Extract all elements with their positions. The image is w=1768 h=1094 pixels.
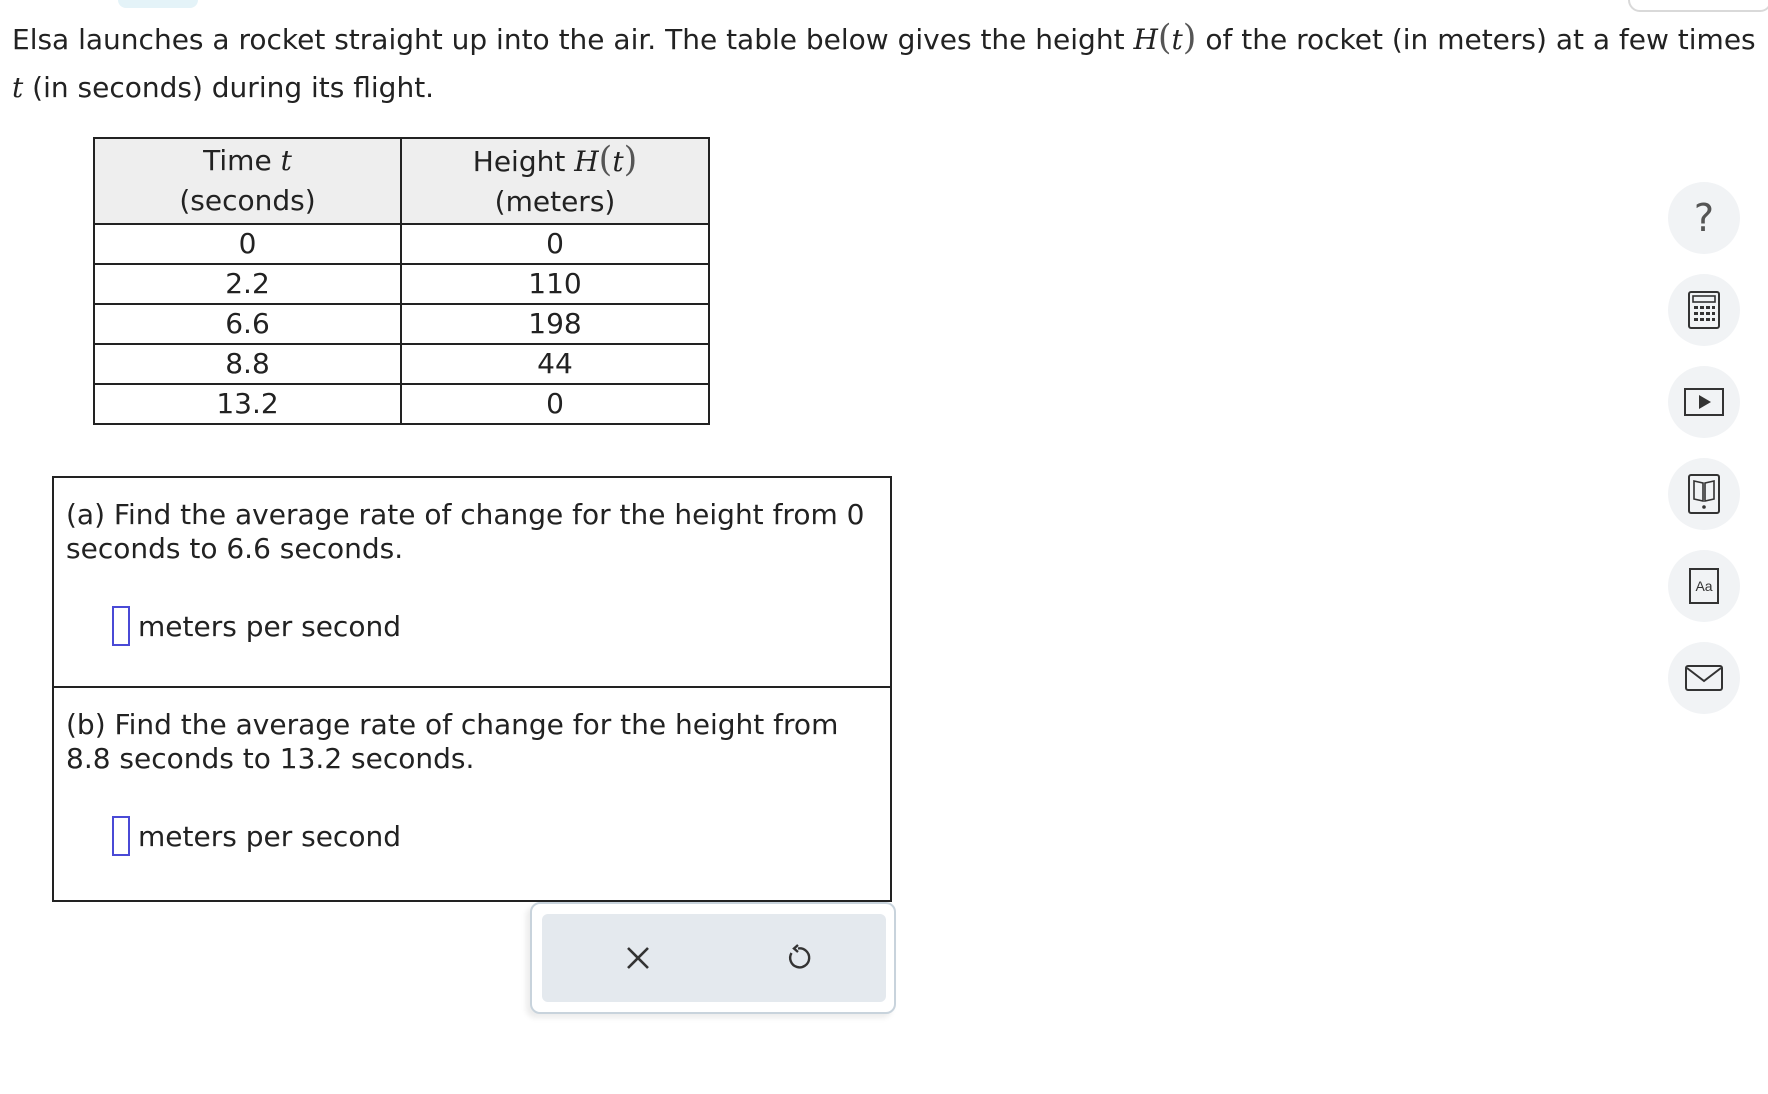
unit-label-a: meters per second — [138, 609, 401, 643]
problem-text-3: (in seconds) during its flight. — [23, 71, 435, 104]
answer-input-a[interactable] — [112, 606, 130, 646]
question-a-box: (a) Find the average rate of change for … — [52, 476, 892, 688]
time-cell: 0 — [93, 223, 402, 265]
close-paren: ) — [623, 140, 638, 180]
height-header-unit: (meters) — [494, 185, 616, 218]
height-column-header: Height H(t) (meters) — [400, 137, 710, 225]
close-paren: ) — [1182, 18, 1197, 58]
table-row: 2.2 110 — [93, 263, 710, 305]
time-header-word: Time — [203, 144, 281, 177]
help-icon: ? — [1693, 196, 1715, 240]
function-variable: t — [1171, 23, 1183, 56]
problem-text-2: of the rocket (in meters) at a few times — [1196, 23, 1756, 56]
table-row: 6.6 198 — [93, 303, 710, 345]
unit-label-b: meters per second — [138, 819, 401, 853]
problem-statement: Elsa launches a rocket straight up into … — [12, 14, 1768, 112]
time-cell: 13.2 — [93, 383, 402, 425]
answer-actions-bar — [542, 914, 886, 1002]
height-table: Time t (seconds) Height H(t) (meters) 00… — [93, 137, 710, 425]
function-name: H — [1133, 23, 1158, 56]
answer-input-b[interactable] — [112, 816, 130, 856]
time-header-unit: (seconds) — [179, 184, 316, 217]
problem-text-1: Elsa launches a rocket straight up into … — [12, 23, 1134, 56]
problem-line-2: t (in seconds) during its flight. — [12, 64, 1768, 112]
table-row: 13.2 0 — [93, 383, 710, 425]
height-cell: 198 — [400, 303, 710, 345]
problem-line-1: Elsa launches a rocket straight up into … — [12, 14, 1768, 64]
help-button[interactable]: ? — [1668, 182, 1740, 254]
answer-actions-panel — [530, 902, 896, 1014]
undo-icon — [788, 944, 811, 969]
table-row: 8.8 44 — [93, 343, 710, 385]
open-paren: ( — [1157, 18, 1172, 58]
height-header-var: t — [612, 145, 624, 178]
calculator-icon — [1688, 291, 1720, 329]
question-b-text: (b) Find the average rate of change for … — [66, 708, 839, 775]
height-cell: 44 — [400, 343, 710, 385]
table-header-row: Time t (seconds) Height H(t) (meters) — [93, 137, 710, 225]
time-variable: t — [12, 71, 24, 104]
calculator-button[interactable] — [1668, 274, 1740, 346]
video-icon — [1684, 388, 1724, 416]
height-cell: 0 — [400, 383, 710, 425]
glossary-icon: Aa — [1689, 568, 1719, 604]
answer-row-b: meters per second — [112, 816, 401, 856]
height-cell: 110 — [400, 263, 710, 305]
top-tab-left[interactable] — [118, 0, 198, 8]
time-header-line: Time t — [95, 141, 400, 181]
time-column-header: Time t (seconds) — [93, 137, 402, 225]
close-icon — [627, 947, 649, 969]
undo-button[interactable] — [772, 932, 824, 984]
glossary-button[interactable]: Aa — [1668, 550, 1740, 622]
height-header-word: Height — [472, 145, 575, 178]
question-a-text: (a) Find the average rate of change for … — [66, 498, 865, 565]
time-header-var: t — [280, 144, 292, 177]
table-row: 00 — [93, 223, 710, 265]
video-button[interactable] — [1668, 366, 1740, 438]
height-cell: 0 — [400, 223, 710, 265]
question-b-box: (b) Find the average rate of change for … — [52, 686, 892, 902]
clear-button[interactable] — [612, 932, 664, 984]
time-cell: 2.2 — [93, 263, 402, 305]
mail-icon — [1685, 665, 1723, 691]
height-header-func: H — [574, 145, 599, 178]
time-cell: 8.8 — [93, 343, 402, 385]
top-tab-right[interactable] — [1628, 0, 1768, 12]
time-cell: 6.6 — [93, 303, 402, 345]
ebook-icon — [1688, 474, 1720, 514]
open-paren: ( — [598, 140, 613, 180]
ebook-button[interactable] — [1668, 458, 1740, 530]
mail-button[interactable] — [1668, 642, 1740, 714]
height-header-line: Height H(t) — [402, 140, 708, 182]
answer-row-a: meters per second — [112, 606, 401, 646]
